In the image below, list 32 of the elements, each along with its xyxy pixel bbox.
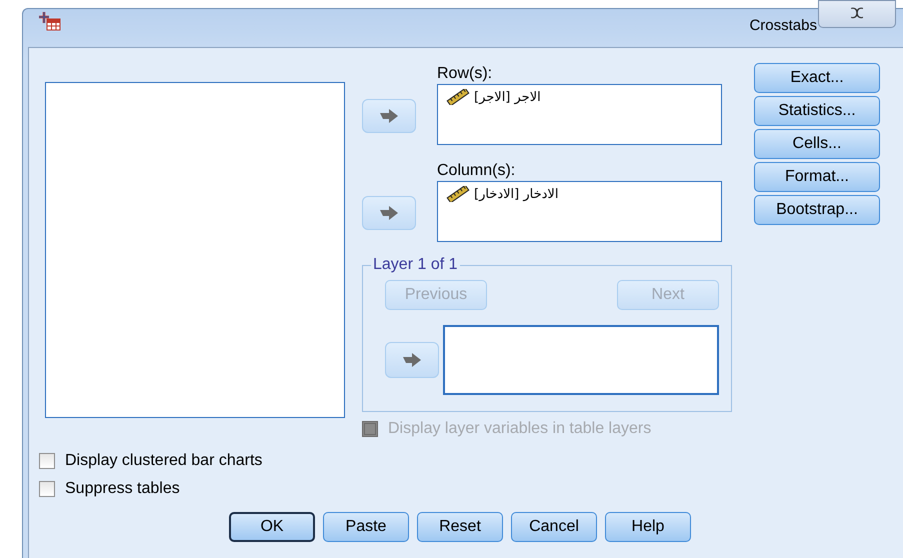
dialog-button[interactable]: Help xyxy=(605,512,691,542)
move-button[interactable] xyxy=(362,99,416,133)
layer-list[interactable] xyxy=(443,325,719,395)
close-button[interactable]: ⵋ xyxy=(818,0,896,28)
dialog-button[interactable]: Paste xyxy=(323,512,409,542)
dialog-button[interactable]: Cells... xyxy=(754,129,880,159)
columns-list[interactable]: الادخار [الادخار] xyxy=(437,181,722,242)
layer-title: Layer 1 of 1 xyxy=(372,256,458,274)
dialog-button[interactable]: Reset xyxy=(417,512,503,542)
variable-item[interactable]: الادخار [الادخار] xyxy=(474,186,558,202)
dialog-button[interactable]: Statistics... xyxy=(754,96,880,126)
rows-label: Row(s): xyxy=(437,64,494,84)
move-button[interactable] xyxy=(362,196,416,230)
dialog-button[interactable]: Format... xyxy=(754,162,880,192)
rows-list[interactable]: الاجر [الاجر] xyxy=(437,84,722,145)
arrow-icon xyxy=(379,109,399,123)
dialog-button[interactable]: Cancel xyxy=(511,512,597,542)
window-title: Crosstabs xyxy=(749,16,817,34)
checkbox-label: Display clustered bar charts xyxy=(65,452,262,470)
app-icon xyxy=(39,11,61,31)
checkbox[interactable] xyxy=(39,481,55,497)
move-button[interactable] xyxy=(385,342,439,378)
variable-item[interactable]: الاجر [الاجر] xyxy=(474,90,541,104)
dialog-button[interactable]: OK xyxy=(229,512,315,542)
checkbox[interactable] xyxy=(39,453,55,469)
arrow-icon xyxy=(402,353,422,367)
checkbox-label: Display layer variables in table layers xyxy=(388,420,652,438)
columns-label: Column(s): xyxy=(437,161,516,181)
arrow-icon xyxy=(379,206,399,220)
dialog-button[interactable]: Exact... xyxy=(754,63,880,93)
dialog-button[interactable]: Bootstrap... xyxy=(754,195,880,225)
checkbox-label: Suppress tables xyxy=(65,480,180,498)
